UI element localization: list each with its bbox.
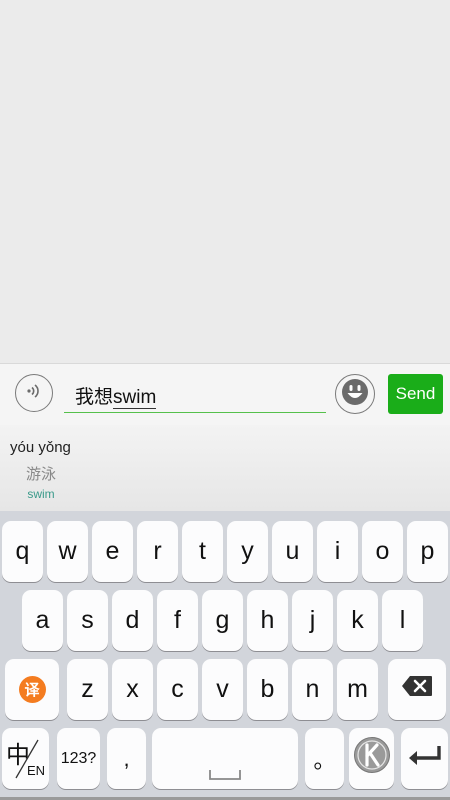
key-y[interactable]: y [227,521,268,582]
ime-keyboard: q w e r t y u i o p a s d f g h j k l 译 … [0,511,450,800]
key-o[interactable]: o [362,521,403,582]
key-a[interactable]: a [22,590,63,651]
enter-icon [408,744,442,773]
numbers-key[interactable]: 123? [57,728,100,789]
key-s[interactable]: s [67,590,108,651]
key-q[interactable]: q [2,521,43,582]
candidate-hanzi: 游泳 [26,466,57,483]
key-h[interactable]: h [247,590,288,651]
key-p[interactable]: p [407,521,448,582]
chat-area [0,0,450,363]
key-z[interactable]: z [67,659,108,720]
key-d[interactable]: d [112,590,153,651]
space-key[interactable] [152,728,298,789]
message-text-field[interactable]: 我想swim [64,375,326,413]
key-b[interactable]: b [247,659,288,720]
lang-alt-label: EN [27,763,46,778]
candidate-item[interactable]: 游泳 swim [26,463,56,501]
key-v[interactable]: v [202,659,243,720]
key-f[interactable]: f [157,590,198,651]
key-i[interactable]: i [317,521,358,582]
key-c[interactable]: c [157,659,198,720]
key-n[interactable]: n [292,659,333,720]
send-button[interactable]: Send [388,374,443,414]
key-j[interactable]: j [292,590,333,651]
key-u[interactable]: u [272,521,313,582]
smiley-icon [341,378,369,411]
emoji-button[interactable] [335,374,375,414]
composing-text: swim [113,387,157,409]
period-key[interactable]: 。 [305,728,344,789]
key-r[interactable]: r [137,521,178,582]
key-e[interactable]: e [92,521,133,582]
k-logo-icon [353,736,391,781]
voice-icon [25,382,43,405]
backspace-icon [401,675,433,704]
ime-candidate-bar: yóu yǒng 游泳 swim [0,425,450,511]
backspace-key[interactable] [388,659,446,720]
key-g[interactable]: g [202,590,243,651]
language-switch-key[interactable]: 中 EN [2,728,49,789]
translate-icon: 译 [18,676,46,703]
typed-text: 我想 [75,387,114,408]
key-l[interactable]: l [382,590,423,651]
key-t[interactable]: t [182,521,223,582]
key-m[interactable]: m [337,659,378,720]
enter-key[interactable] [401,728,448,789]
pinyin-composition: yóu yǒng [10,439,71,456]
voice-input-button[interactable] [15,374,53,412]
message-input-bar: 我想swim Send [0,363,450,426]
comma-key[interactable]: , [107,728,146,789]
candidate-translation: swim [27,487,55,501]
lang-divider-icon [12,736,42,787]
key-k[interactable]: k [337,590,378,651]
key-x[interactable]: x [112,659,153,720]
key-w[interactable]: w [47,521,88,582]
translate-key[interactable]: 译 [5,659,59,720]
space-icon [209,759,241,788]
ime-logo-key[interactable] [349,728,394,789]
